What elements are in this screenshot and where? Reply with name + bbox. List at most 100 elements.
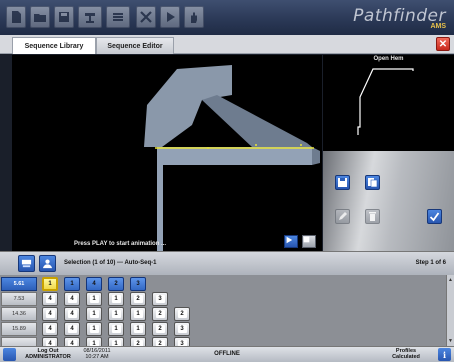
- part-name: Open Hem: [373, 56, 404, 62]
- accept-button[interactable]: [427, 209, 442, 224]
- bend-step-cell[interactable]: 1: [108, 322, 124, 336]
- bend-step-cell[interactable]: 2: [174, 307, 190, 321]
- app-window: Pathfinder AMS Sequence Library Sequence…: [0, 0, 454, 362]
- bend-step-cell[interactable]: 2: [152, 322, 168, 336]
- bend-step-cell[interactable]: 3: [130, 277, 146, 291]
- bend-marker: [300, 144, 302, 146]
- bend-step-cell[interactable]: 3: [152, 292, 168, 306]
- copy-sequence-icon: [368, 178, 378, 188]
- bend-step-cell[interactable]: 1: [130, 307, 146, 321]
- bend-marker: [207, 147, 209, 149]
- sequence-list-scrollbar[interactable]: ▲ ▼: [446, 275, 454, 346]
- selection-bar: Selection (1 of 10) --- Auto-Seq-1 Step …: [0, 251, 454, 275]
- bend-step-number: 4: [67, 325, 77, 333]
- stop-icon: [303, 236, 310, 243]
- upper-tool-arm: [202, 95, 312, 147]
- play-icon[interactable]: [160, 6, 180, 28]
- machine-view-button[interactable]: [18, 255, 35, 272]
- delete-button[interactable]: [365, 209, 380, 224]
- tab-sequence-editor[interactable]: Sequence Editor: [96, 37, 174, 54]
- profiles-state: Calculated: [392, 354, 420, 360]
- bend-step-cell[interactable]: 4: [42, 307, 58, 321]
- sequence-actions-panel: [323, 151, 454, 251]
- stop-animation-button[interactable]: [302, 235, 316, 248]
- bend-step-cell[interactable]: 4: [64, 292, 80, 306]
- part-profile-drawing: [357, 68, 414, 135]
- sequence-time-label: 15.89: [1, 322, 37, 336]
- bend-simulation-graphic: [144, 65, 320, 251]
- tab-bar: Sequence Library Sequence Editor: [0, 35, 454, 54]
- close-button[interactable]: ✕: [436, 37, 450, 51]
- bend-step-number: 2: [155, 325, 165, 333]
- status-bar: Log Out ADMINISTRATOR 08/16/2011 10:27 A…: [0, 346, 454, 362]
- bend-step-number: 4: [45, 325, 55, 333]
- copy-sequence-button[interactable]: [365, 175, 380, 190]
- play-animation-button[interactable]: [284, 235, 298, 248]
- hand-icon[interactable]: [184, 6, 204, 28]
- info-icon[interactable]: i: [438, 348, 451, 361]
- die-left-wall: [157, 147, 163, 251]
- bend-step-number: 1: [111, 310, 121, 318]
- edit-icon: [339, 212, 347, 220]
- bend-step-cell[interactable]: 3: [174, 322, 190, 336]
- bend-step-number: 1: [70, 281, 74, 287]
- bend-step-number: 1: [48, 281, 52, 287]
- save-sequence-button[interactable]: [335, 175, 350, 190]
- bend-step-cell[interactable]: 4: [42, 322, 58, 336]
- bend-step-cell[interactable]: 4: [42, 292, 58, 306]
- bend-step-cell[interactable]: 1: [42, 277, 58, 291]
- bend-step-number: 3: [155, 295, 165, 303]
- tools-icon[interactable]: [136, 6, 156, 28]
- sequence-list: 5.61 1 1 4 2 3 7.53 4 4 1 1 2 3 14.36 4 4 1 1 1 2 2 15.89 4 4 1 1…: [0, 275, 454, 351]
- bend-step-cell[interactable]: 2: [152, 307, 168, 321]
- machine-view-icon: [21, 259, 32, 268]
- bend-step-number: 3: [177, 325, 187, 333]
- animation-viewer[interactable]: Press PLAY to start animation ...: [12, 55, 322, 251]
- bend-step-number: 4: [92, 281, 96, 287]
- bend-step-cell[interactable]: 1: [86, 292, 102, 306]
- folder-icon[interactable]: [30, 6, 50, 28]
- scroll-up-icon[interactable]: ▲: [447, 276, 454, 283]
- main-toolbar: Pathfinder AMS: [0, 0, 454, 35]
- operator-view-button[interactable]: [39, 255, 56, 272]
- save-icon[interactable]: [54, 6, 74, 28]
- bend-step-cell[interactable]: 4: [64, 322, 80, 336]
- sequence-time-label: 14.36: [1, 307, 37, 321]
- bend-step-cell[interactable]: 4: [86, 277, 102, 291]
- selection-info: Selection (1 of 10) --- Auto-Seq-1: [64, 260, 157, 266]
- accept-check-icon: [429, 212, 440, 222]
- bend-step-cell[interactable]: 1: [86, 322, 102, 336]
- bend-step-cell[interactable]: 1: [108, 307, 124, 321]
- tab-sequence-library[interactable]: Sequence Library: [12, 37, 96, 54]
- profiles-status: Profiles Calculated: [384, 348, 428, 360]
- scroll-down-icon[interactable]: ▼: [447, 337, 454, 344]
- bend-step-number: 2: [133, 295, 143, 303]
- machine-icon[interactable]: [78, 6, 102, 28]
- bend-step-number: 1: [89, 295, 99, 303]
- bend-step-number: 1: [89, 310, 99, 318]
- sequence-time-label: 5.61: [1, 277, 37, 291]
- bend-step-number: 1: [133, 310, 143, 318]
- close-icon: ✕: [438, 38, 448, 50]
- bend-step-cell[interactable]: 1: [130, 322, 146, 336]
- bend-step-cell[interactable]: 1: [64, 277, 80, 291]
- bend-step-cell[interactable]: 1: [108, 292, 124, 306]
- edit-button[interactable]: [335, 209, 350, 224]
- bend-step-number: 1: [111, 295, 121, 303]
- bend-step-number: 2: [177, 310, 187, 318]
- list-icon[interactable]: [106, 6, 130, 28]
- save-sequence-icon: [338, 178, 347, 187]
- document-icon[interactable]: [6, 6, 26, 28]
- brand-logo: Pathfinder AMS: [353, 6, 446, 30]
- delete-icon: [369, 212, 376, 221]
- play-icon: [286, 236, 293, 244]
- bend-step-cell[interactable]: 1: [86, 307, 102, 321]
- part-profile-panel: Open Hem: [323, 55, 454, 151]
- sequence-time-label: 7.53: [1, 292, 37, 306]
- bend-step-cell[interactable]: 4: [64, 307, 80, 321]
- step-info: Step 1 of 6: [415, 260, 446, 266]
- die-block: [157, 147, 312, 165]
- bend-step-cell[interactable]: 2: [130, 292, 146, 306]
- bend-step-cell[interactable]: 2: [108, 277, 124, 291]
- bend-step-number: 4: [45, 310, 55, 318]
